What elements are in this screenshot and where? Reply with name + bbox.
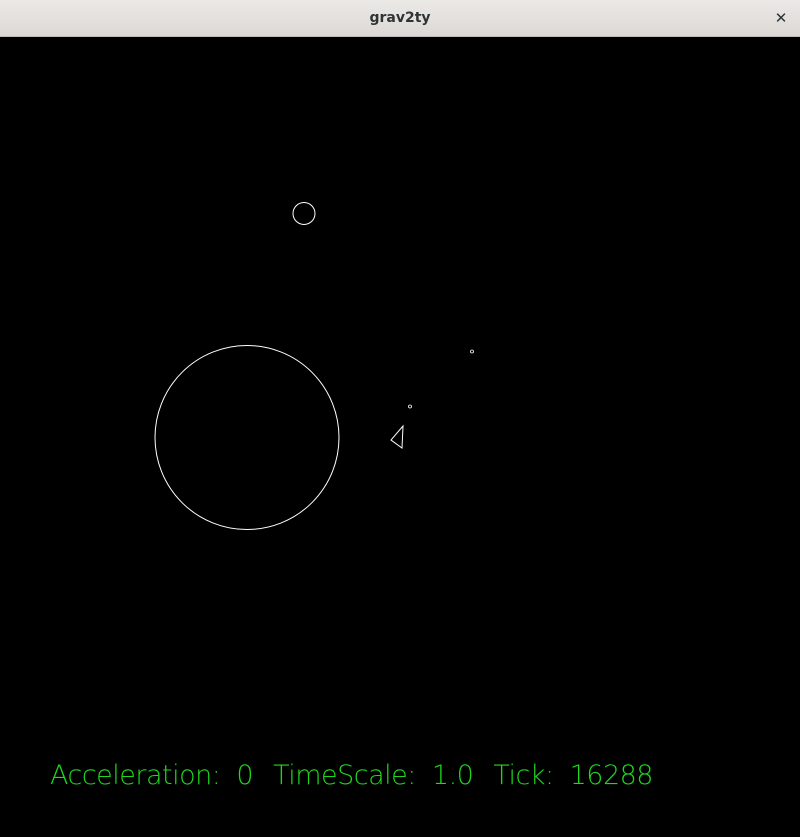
close-icon[interactable]: ✕	[770, 7, 792, 29]
particle-1	[470, 349, 474, 354]
particle-2	[408, 404, 412, 409]
timescale-label: TimeScale:	[273, 760, 416, 791]
small-planet	[292, 202, 316, 225]
hud-status: Acceleration: 0 TimeScale: 1.0 Tick: 16288	[50, 760, 654, 791]
window-title: grav2ty	[369, 10, 431, 26]
game-window: grav2ty ✕ Acceleration: 0 TimeScale: 1.0 Tic…	[0, 0, 800, 837]
acceleration-value: 0	[236, 760, 254, 791]
timescale-value: 1.0	[431, 760, 474, 791]
tick-value: 16288	[569, 760, 654, 791]
large-planet	[154, 345, 340, 530]
title-bar[interactable]: grav2ty ✕	[0, 0, 800, 37]
acceleration-label: Acceleration:	[50, 760, 221, 791]
tick-label: Tick:	[493, 760, 554, 791]
game-canvas[interactable]	[0, 37, 800, 837]
ship	[390, 424, 404, 449]
